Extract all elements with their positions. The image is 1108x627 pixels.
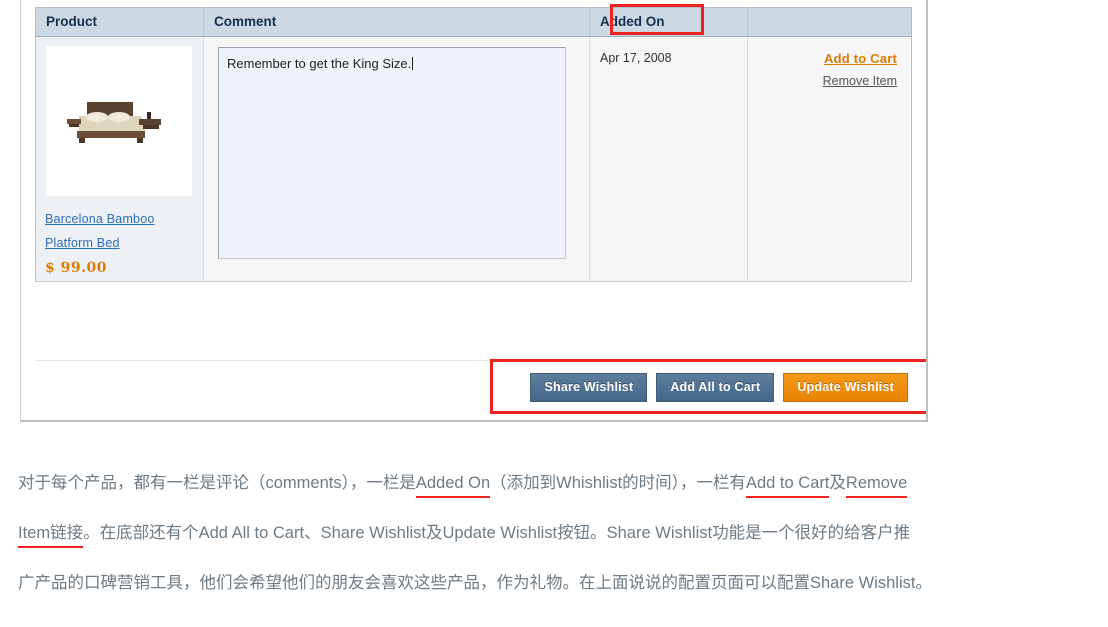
wishlist-page-body: Product Comment Added On Barcelona Bambo… <box>21 0 926 420</box>
platform-bed-thumbnail-icon <box>67 102 161 143</box>
product-cell-inner: Barcelona Bamboo Platform Bed $ 99.00 <box>36 37 203 281</box>
cell-product: Barcelona Bamboo Platform Bed $ 99.00 <box>35 36 204 282</box>
added-on-date: Apr 17, 2008 <box>600 51 672 65</box>
column-header-actions <box>747 7 912 37</box>
wishlist-table: Product Comment Added On Barcelona Bambo… <box>35 7 912 282</box>
actions-cell-inner: Add to Cart Remove Item <box>748 37 911 88</box>
caption-l1-e: 及 <box>829 474 846 492</box>
cell-actions: Add to Cart Remove Item <box>747 36 912 282</box>
annotation-box-buttons <box>490 359 926 414</box>
caption-line-1: 对于每个产品，都有一栏是评论（comments），一栏是Added On（添加到… <box>18 458 1090 508</box>
caption-line-3: 广产品的口碑营销工具，他们会希望他们的朋友会喜欢这些产品，作为礼物。在上面说说的… <box>18 574 932 592</box>
cell-comment: Remember to get the King Size. <box>203 36 590 282</box>
caption-l1-added-on: Added On <box>415 474 491 498</box>
caption-l1-remove: Remove <box>845 474 908 498</box>
caption-text: 对于每个产品，都有一栏是评论（comments），一栏是Added On（添加到… <box>18 458 1090 608</box>
cell-added-on: Apr 17, 2008 <box>589 36 748 282</box>
product-name-link[interactable]: Barcelona Bamboo <box>45 207 194 231</box>
table-row: Barcelona Bamboo Platform Bed $ 99.00 Re… <box>35 36 912 282</box>
caption-l1-a: 对于每个产品，都有一栏是评论（comments），一栏是 <box>18 474 416 492</box>
remove-item-link[interactable]: Remove Item <box>748 74 897 88</box>
page-root: Product Comment Added On Barcelona Bambo… <box>0 0 1108 627</box>
caption-line-2: Item链接。在底部还有个Add All to Cart、Share Wishl… <box>18 508 1090 558</box>
caption-l1-add-to-cart: Add to Cart <box>745 474 830 498</box>
product-name-link-2[interactable]: Platform Bed <box>45 231 194 255</box>
column-header-comment[interactable]: Comment <box>203 7 590 37</box>
column-header-product[interactable]: Product <box>35 7 204 37</box>
comment-cell-inner: Remember to get the King Size. <box>204 37 589 271</box>
comment-textarea[interactable]: Remember to get the King Size. <box>218 47 566 259</box>
caption-l1-c: （添加到Whishlist的时间），一栏有 <box>490 474 746 492</box>
comment-text: Remember to get the King Size. <box>227 56 412 71</box>
caption-l2-item-link: Item链接 <box>18 524 84 548</box>
added-on-cell-inner: Apr 17, 2008 <box>590 37 747 65</box>
annotation-box-added-on <box>610 4 704 35</box>
add-to-cart-link[interactable]: Add to Cart <box>748 51 897 66</box>
wishlist-screenshot-panel: Product Comment Added On Barcelona Bambo… <box>20 0 928 422</box>
table-header-row: Product Comment Added On <box>35 7 912 37</box>
product-price: $ 99.00 <box>45 260 107 276</box>
text-caret <box>412 57 414 70</box>
caption-l2-b: 。在底部还有个Add All to Cart、Share Wishlist及Up… <box>83 524 911 542</box>
product-image-box[interactable] <box>45 45 193 197</box>
